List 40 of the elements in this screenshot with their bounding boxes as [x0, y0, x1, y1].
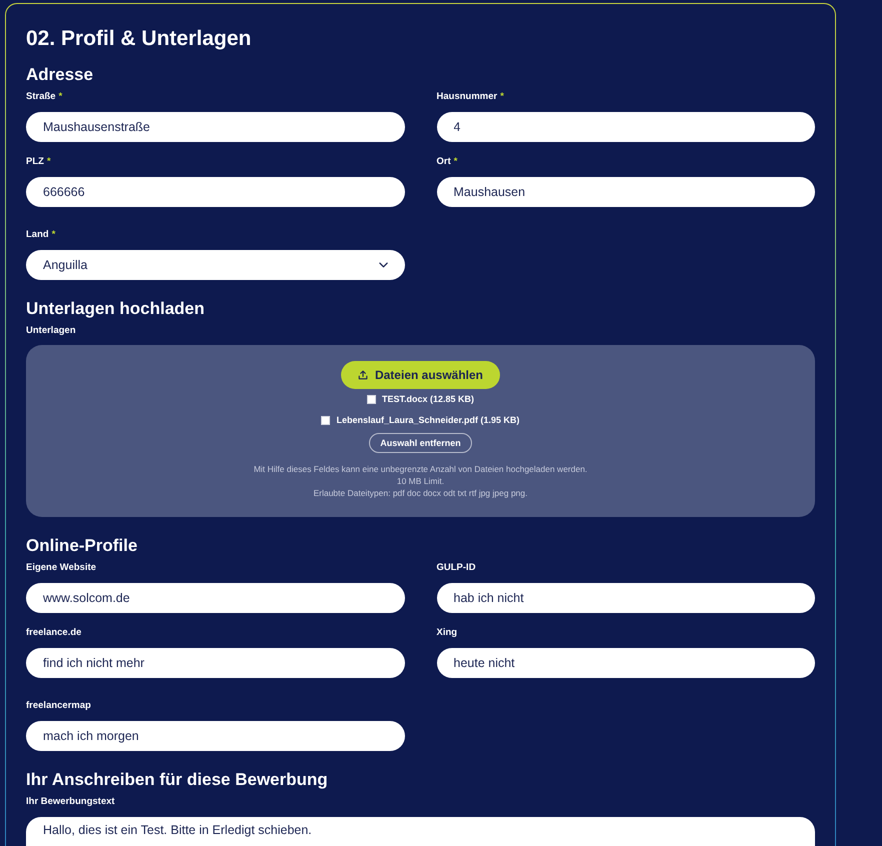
upload-icon: [358, 370, 368, 380]
text-field[interactable]: heute nicht: [436, 648, 815, 678]
section-heading: Online-Profile: [26, 535, 138, 557]
text-field[interactable]: find ich nicht mehr: [26, 648, 404, 678]
chevron-down-icon: [378, 262, 388, 268]
field-label: Ort *: [436, 156, 458, 168]
text-field[interactable]: mach ich morgen: [26, 721, 404, 751]
text-field[interactable]: www.solcom.de: [26, 583, 404, 613]
file-checkbox[interactable]: [366, 394, 376, 404]
choose-files-button[interactable]: Dateien auswählen: [340, 361, 500, 389]
field-label: Hausnummer *: [436, 91, 505, 103]
section-title: 02. Profil & Unterlagen: [26, 26, 252, 52]
text-field[interactable]: 4: [436, 112, 815, 142]
section-heading: Adresse: [26, 64, 94, 86]
dropdown-field[interactable]: Anguilla: [26, 250, 404, 280]
text-area[interactable]: Hallo, dies ist ein Test. Bitte in Erledigt schieben.: [26, 817, 815, 846]
text-field[interactable]: Maushausenstraße: [26, 112, 404, 142]
field-label: Unterlagen: [26, 325, 77, 337]
field-label: Ihr Bewerbungstext: [26, 796, 116, 808]
file-name: TEST.docx (12.85 KB): [382, 393, 474, 405]
text-field[interactable]: Maushausen: [436, 177, 815, 207]
help-text: Mit Hilfe dieses Feldes kann eine unbegrenzte Anzahl von Dateien hochgeladen werden.: [254, 463, 588, 475]
upload-area[interactable]: [26, 345, 815, 517]
file-checkbox[interactable]: [321, 416, 330, 424]
field-label: freelancermap: [26, 700, 92, 712]
text-field[interactable]: 666666: [26, 177, 404, 207]
section-heading: Unterlagen hochladen: [26, 298, 206, 320]
field-label: Xing: [436, 627, 458, 639]
help-text: 10 MB Limit.: [396, 475, 444, 487]
field-label: Eigene Website: [26, 562, 98, 574]
text-field[interactable]: hab ich nicht: [436, 583, 815, 613]
file-name: Lebenslauf_Laura_Schneider.pdf (1.95 KB): [336, 414, 520, 426]
field-label: freelance.de: [26, 627, 82, 639]
clear-selection-button[interactable]: Auswahl entfernen: [369, 433, 472, 453]
section-heading: Ihr Anschreiben für diese Bewerbung: [26, 769, 329, 791]
help-text: Erlaubte Dateitypen: pdf doc docx odt txt rtf jpg jpeg png.: [313, 487, 528, 499]
field-label: GULP-ID: [436, 562, 477, 574]
field-label: Land *: [26, 229, 56, 241]
field-label: PLZ *: [26, 156, 52, 168]
field-label: Straße *: [26, 91, 64, 103]
